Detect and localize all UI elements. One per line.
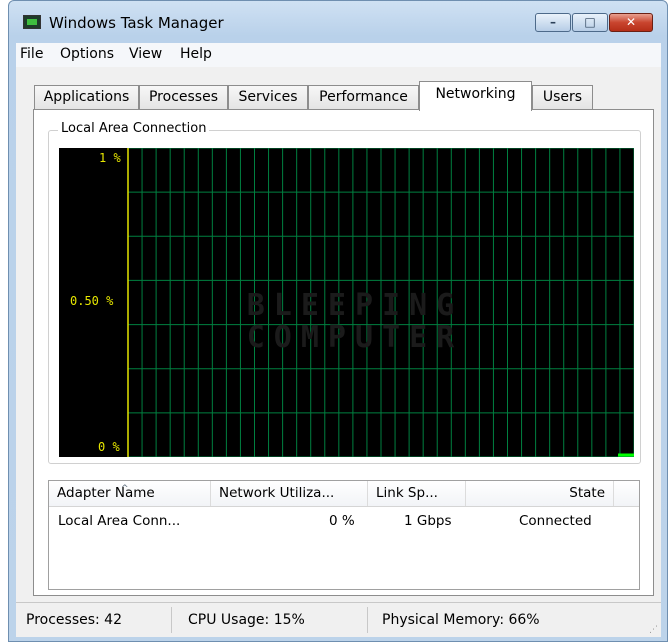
status-bar: Processes: 42 CPU Usage: 15% Physical Me… (16, 602, 661, 637)
status-cpu-usage: CPU Usage: 15% (172, 607, 368, 633)
maximize-icon: □ (584, 15, 596, 29)
column-adapter-name[interactable]: ^ Adapter Name (49, 481, 211, 506)
tab-networking[interactable]: Networking (419, 81, 532, 111)
menu-options[interactable]: Options (60, 46, 114, 62)
column-link-speed-label: Link Sp... (376, 485, 438, 501)
column-network-utilization[interactable]: Network Utiliza... (211, 481, 368, 506)
networking-panel: Local Area Connection 1 % 0.50 % 0 % BLE… (33, 109, 654, 596)
resize-grip-icon[interactable]: ⋰ (649, 625, 659, 635)
close-button[interactable]: ✕ (609, 13, 653, 32)
menu-view[interactable]: View (129, 46, 162, 62)
task-manager-icon (23, 15, 41, 29)
column-network-utilization-label: Network Utiliza... (219, 485, 335, 501)
status-processes: Processes: 42 (22, 607, 172, 633)
minimize-button[interactable]: – (535, 13, 571, 32)
watermark-line-1: BLEEPING (246, 288, 464, 323)
task-manager-window: Windows Task Manager – □ ✕ File Options … (8, 0, 668, 642)
close-icon: ✕ (625, 15, 637, 29)
title-bar[interactable]: Windows Task Manager – □ ✕ (9, 1, 667, 43)
network-utilization-graph: 1 % 0.50 % 0 % BLEEPING COMPUTER (59, 148, 634, 457)
adapter-utilization-cell: 0 % (329, 513, 355, 529)
adapter-list[interactable]: ^ Adapter Name Network Utiliza... Link S… (48, 480, 640, 590)
column-adapter-name-label: Adapter Name (57, 485, 155, 501)
maximize-button[interactable]: □ (572, 13, 608, 32)
tab-performance[interactable]: Performance (308, 85, 419, 109)
tab-applications[interactable]: Applications (34, 85, 139, 109)
menu-bar: File Options View Help (16, 43, 661, 67)
window-title: Windows Task Manager (49, 14, 224, 32)
adapter-state-cell: Connected (519, 513, 592, 529)
column-state[interactable]: State (466, 481, 614, 506)
tab-users[interactable]: Users (532, 85, 593, 109)
adapter-list-header: ^ Adapter Name Network Utiliza... Link S… (49, 481, 639, 507)
tab-processes[interactable]: Processes (139, 85, 228, 109)
adapter-name-cell[interactable]: Local Area Conn... (58, 511, 180, 531)
menu-help[interactable]: Help (180, 46, 212, 62)
y-label-top: 1 % (99, 151, 121, 165)
column-state-label: State (569, 485, 605, 501)
menu-file[interactable]: File (20, 46, 43, 62)
client-area: File Options View Help Applications Proc… (16, 43, 661, 637)
tab-services[interactable]: Services (228, 85, 308, 109)
adapter-link-speed-cell: 1 Gbps (404, 513, 452, 529)
column-link-speed[interactable]: Link Sp... (368, 481, 466, 506)
minimize-icon: – (550, 15, 556, 29)
sort-arrow-icon: ^ (121, 484, 129, 494)
watermark-line-2: COMPUTER (246, 320, 464, 355)
connection-group: Local Area Connection 1 % 0.50 % 0 % BLE… (48, 121, 641, 464)
connection-group-label: Local Area Connection (58, 121, 210, 136)
y-label-mid: 0.50 % (70, 294, 114, 308)
status-physical-memory: Physical Memory: 66% (382, 612, 540, 628)
y-label-bottom: 0 % (98, 440, 120, 454)
